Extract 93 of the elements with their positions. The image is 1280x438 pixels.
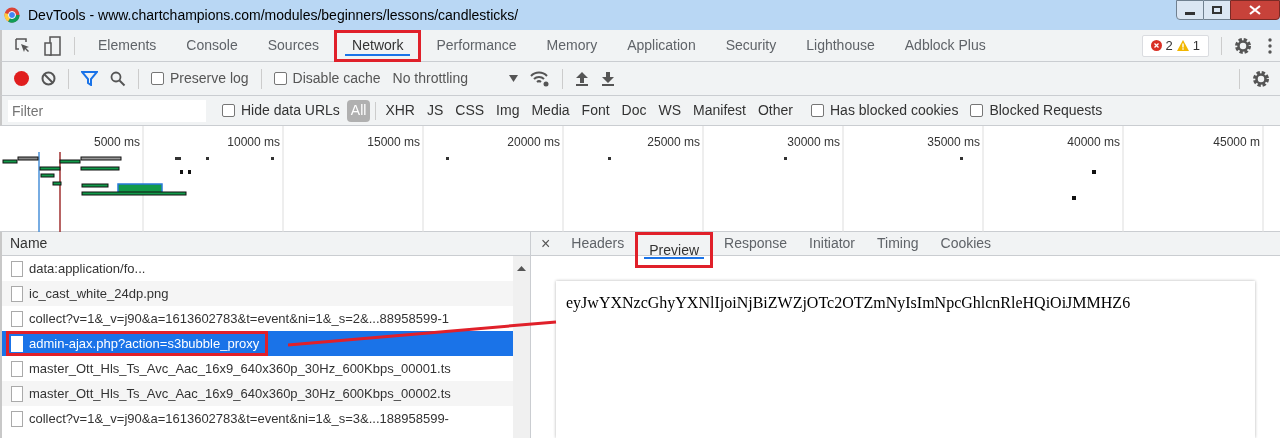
caret-icon [508, 75, 518, 82]
network-conditions-icon[interactable] [529, 70, 550, 87]
blocked-requests-checkbox[interactable] [970, 104, 984, 117]
close-window-button[interactable] [1230, 0, 1280, 20]
inspect-element-icon[interactable] [14, 36, 32, 55]
request-name: ic_cast_white_24dp.png [29, 284, 169, 303]
scroll-up-icon[interactable] [517, 266, 526, 271]
resource-type-filter[interactable]: Manifest [689, 99, 750, 122]
panel-tab[interactable]: Adblock Plus [889, 29, 1001, 62]
time-tick-label: 10000 ms [227, 135, 280, 149]
request-name: data:application/fo... [29, 259, 146, 278]
window-title: DevTools - www.chartchampions.com/modules/beginners/lessons/candlesticks/ [28, 5, 519, 25]
upload-icon[interactable] [574, 71, 589, 86]
device-toolbar-icon[interactable] [44, 35, 62, 56]
resource-type-filter[interactable]: JS [422, 99, 448, 122]
file-icon [11, 285, 23, 302]
request-name: admin-ajax.php?action=s3bubble_proxy [29, 334, 260, 353]
resource-type-filter[interactable]: Other [754, 99, 797, 122]
more-options-icon[interactable] [1268, 37, 1272, 54]
time-tick-label: 35000 ms [927, 135, 980, 149]
time-tick-label: 5000 ms [93, 135, 140, 149]
panel-tab[interactable]: Elements [83, 29, 172, 62]
minimize-button[interactable] [1176, 0, 1204, 20]
time-tick-label: 25000 ms [647, 135, 700, 149]
panel-tab[interactable]: Lighthouse [791, 29, 890, 62]
file-icon [11, 310, 23, 327]
panel-tab[interactable]: Sources [252, 29, 335, 62]
detail-tab[interactable]: Response [713, 231, 799, 256]
resource-type-filter[interactable]: Font [577, 99, 614, 122]
checkbox-label: Has blocked cookies [830, 101, 959, 120]
time-tick-label: 30000 ms [787, 135, 840, 149]
request-name: master_Ott_Hls_Ts_Avc_Aac_16x9_640x360p_30Hz_600Kbps_00002.ts [29, 384, 451, 403]
settings-icon[interactable] [1252, 69, 1270, 88]
checkbox-label: Hide data URLs [241, 101, 340, 120]
file-icon [11, 360, 23, 377]
resource-type-filter[interactable]: Img [492, 99, 524, 122]
detail-tab[interactable]: Initiator [798, 231, 867, 256]
preserve-log-checkbox[interactable] [151, 72, 164, 85]
time-tick-label: 45000 m [1213, 135, 1260, 149]
request-name: master_Ott_Hls_Ts_Avc_Aac_16x9_640x360p_30Hz_600Kbps_00001.ts [29, 359, 451, 378]
resource-type-filter[interactable]: WS [654, 99, 686, 122]
hide-data-urls-checkbox[interactable] [222, 104, 235, 117]
panel-tab[interactable]: Network [334, 29, 422, 62]
file-icon [11, 335, 23, 352]
file-icon [11, 385, 23, 402]
close-panel-button[interactable]: × [541, 231, 551, 256]
time-tick-label: 40000 ms [1067, 135, 1120, 149]
resource-type-filter[interactable]: CSS [451, 99, 489, 122]
error-icon [1150, 40, 1162, 51]
settings-icon[interactable] [1234, 36, 1252, 55]
detail-tab[interactable]: Headers [560, 231, 636, 256]
request-row[interactable]: ic_cast_white_24dp.png [2, 281, 513, 306]
request-name: collect?v=1&_v=j90&a=1613602783&t=event&ni=1&_s=3&...188958599- [29, 409, 449, 428]
request-row[interactable]: master_Ott_Hls_Ts_Avc_Aac_16x9_640x360p_30Hz_600Kbps_00002.ts [2, 381, 513, 406]
detail-tab[interactable]: Preview [635, 232, 714, 268]
disable-cache-checkbox[interactable] [273, 72, 287, 85]
maximize-button[interactable] [1204, 0, 1230, 20]
detail-tab[interactable]: Timing [866, 231, 930, 256]
issues-counter[interactable]: 2 1 [1141, 34, 1209, 57]
preview-text: eyJwYXNzcGhyYXNlIjoiNjBiZWZjOTc2OTZmNyIsImNpcGhlcnRleHQiOiJMMHZ6 [566, 294, 1131, 311]
filter-icon[interactable] [81, 71, 98, 86]
search-icon[interactable] [110, 70, 126, 87]
filter-field[interactable]: Filter [8, 99, 206, 122]
checkbox-label: Preserve log [170, 69, 249, 88]
record-button[interactable] [14, 71, 29, 86]
resource-type-filter[interactable]: XHR [381, 99, 419, 122]
warning-count: 1 [1192, 36, 1200, 55]
request-name: collect?v=1&_v=j90&a=1613602783&t=event&ni=1&_s=2&...88958599-1 [29, 309, 449, 328]
download-icon[interactable] [600, 71, 615, 86]
panel-tab[interactable]: Console [171, 29, 253, 62]
close-icon [1249, 5, 1261, 15]
checkbox-label: Disable cache [292, 69, 381, 88]
column-header[interactable]: Name [2, 232, 530, 256]
checkbox-label: Blocked Requests [989, 101, 1103, 120]
blocked-cookies-checkbox[interactable] [811, 104, 824, 117]
panel-tab[interactable]: Memory [531, 29, 613, 62]
request-row[interactable]: admin-ajax.php?action=s3bubble_proxy [2, 331, 513, 356]
file-icon [11, 410, 23, 427]
panel-tab[interactable]: Performance [421, 29, 532, 62]
warning-icon [1176, 40, 1189, 51]
panel-tab[interactable]: Application [612, 29, 711, 62]
clear-icon[interactable] [41, 71, 56, 86]
browser-logo-icon [4, 7, 20, 23]
panel-tab[interactable]: Security [710, 29, 792, 62]
scrollbar[interactable] [513, 256, 530, 438]
time-tick-label: 15000 ms [367, 135, 420, 149]
time-tick-label: 20000 ms [507, 135, 560, 149]
file-icon [11, 260, 23, 277]
resource-type-filter[interactable]: Media [527, 99, 574, 122]
error-count: 2 [1165, 36, 1173, 55]
resource-type-filter[interactable]: Doc [617, 99, 651, 122]
detail-tab[interactable]: Cookies [929, 231, 1003, 256]
throttling-dropdown[interactable]: No throttling [392, 68, 518, 89]
